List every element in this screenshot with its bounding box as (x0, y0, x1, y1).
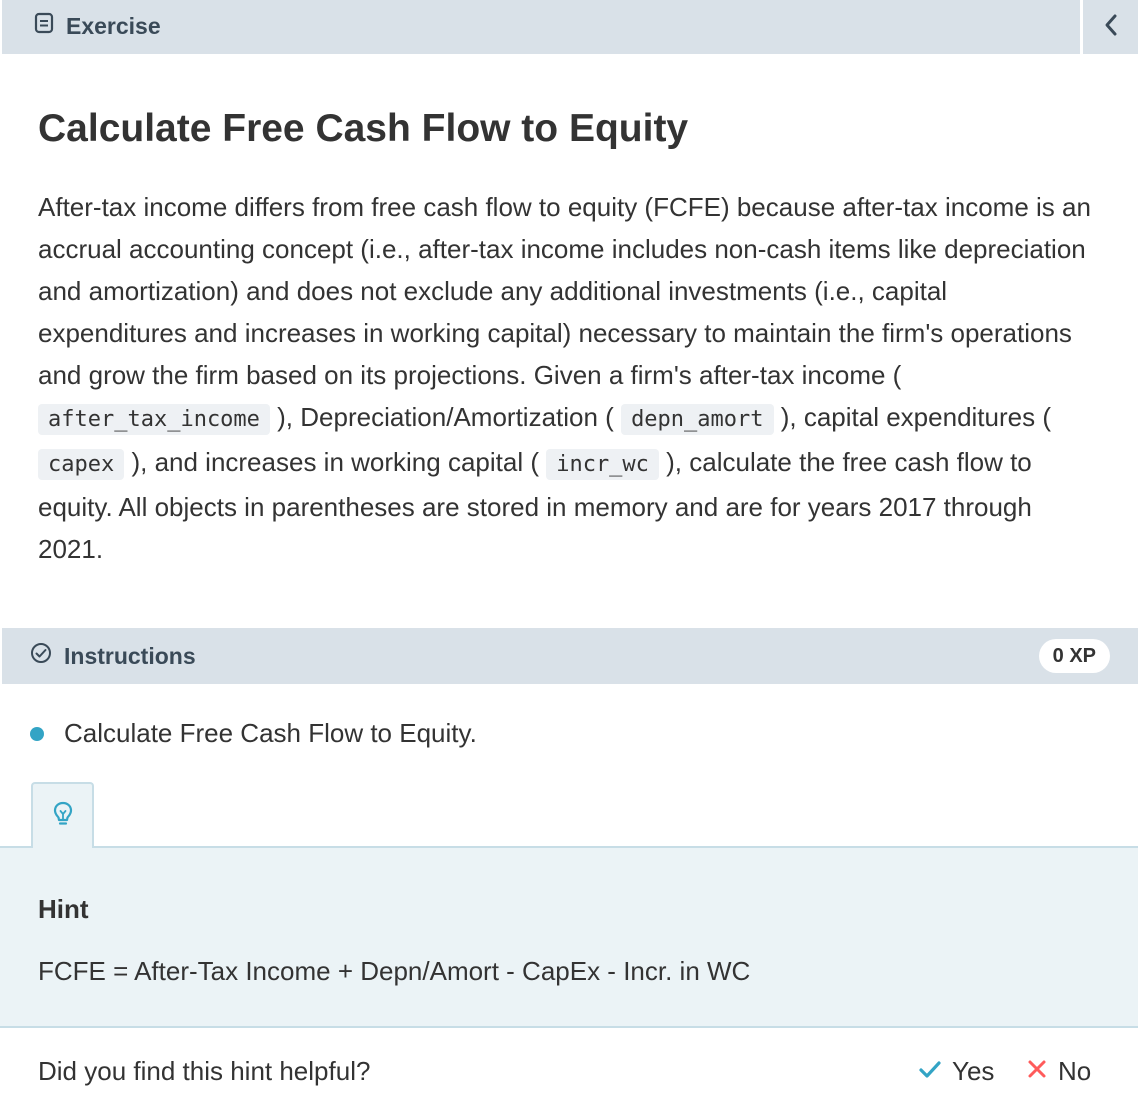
description-text: ), Depreciation/Amortization ( (269, 402, 622, 432)
feedback-question: Did you find this hint helpful? (38, 1056, 371, 1086)
collapse-panel-button[interactable] (1080, 0, 1138, 54)
instructions-header: Instructions 0 XP (0, 628, 1138, 684)
code-depn-amort: depn_amort (621, 404, 774, 435)
code-after-tax-income: after_tax_income (38, 404, 270, 435)
description-text: ), capital expenditures ( (773, 402, 1051, 432)
hint-toggle-button[interactable] (31, 782, 94, 848)
exercise-description: After-tax income differs from free cash … (38, 186, 1098, 570)
bullet-icon (30, 726, 44, 741)
xp-badge: 0 XP (1038, 639, 1110, 673)
exercise-content: Calculate Free Cash Flow to Equity After… (38, 104, 1098, 570)
code-capex: capex (38, 449, 125, 480)
feedback-yes-button[interactable]: Yes (918, 1056, 994, 1087)
feedback-no-label: No (1058, 1056, 1092, 1086)
hint-panel: Hint FCFE = After-Tax Income + Depn/Amor… (0, 846, 1138, 1028)
feedback-yes-label: Yes (952, 1056, 995, 1086)
exercise-title: Calculate Free Cash Flow to Equity (38, 107, 689, 150)
exercise-header-title: Exercise (34, 12, 161, 40)
hint-text: FCFE = After-Tax Income + Depn/Amort - C… (38, 956, 751, 986)
checkmark-icon (918, 1056, 942, 1087)
check-circle-icon (30, 642, 52, 670)
instructions-label: Instructions (64, 642, 196, 669)
exercise-doc-icon (34, 12, 54, 40)
hint-feedback: Did you find this hint helpful? Yes No (0, 1028, 1138, 1120)
instruction-text: Calculate Free Cash Flow to Equity. (64, 718, 477, 748)
exercise-header: Exercise (0, 0, 1138, 54)
feedback-no-button[interactable]: No (1026, 1056, 1091, 1087)
description-text: ), and increases in working capital ( (124, 447, 547, 477)
description-text: After-tax income differs from free cash … (38, 192, 1091, 390)
close-icon (1026, 1056, 1048, 1087)
chevron-left-icon (1103, 13, 1119, 42)
exercise-label: Exercise (66, 12, 161, 39)
code-incr-wc: incr_wc (546, 449, 659, 480)
lightbulb-icon (52, 800, 74, 833)
hint-heading: Hint (38, 894, 89, 924)
list-item: Calculate Free Cash Flow to Equity. (30, 718, 477, 749)
instructions-title: Instructions (30, 642, 196, 670)
